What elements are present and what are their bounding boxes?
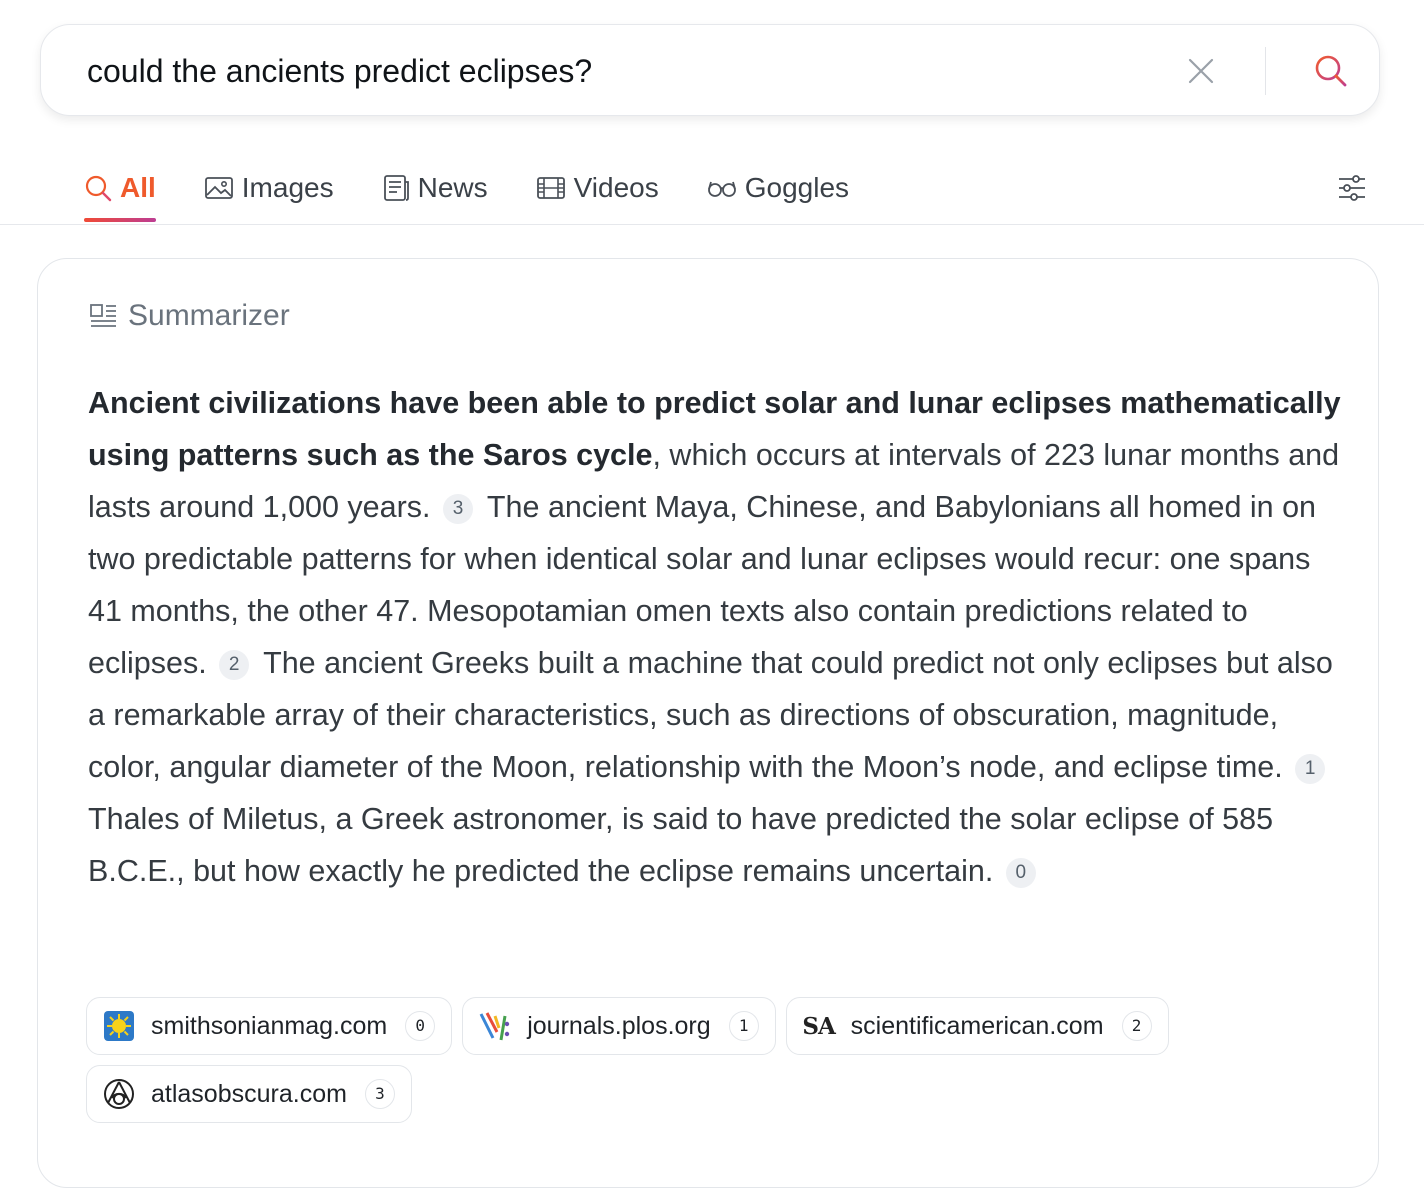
- source-number: 0: [405, 1011, 436, 1041]
- source-chip-atlasobscura[interactable]: atlasobscura.com 3: [86, 1065, 412, 1123]
- search-icon: [1315, 55, 1347, 87]
- source-chip-plos[interactable]: journals.plos.org 1: [462, 997, 776, 1055]
- tabs-divider: [0, 224, 1424, 225]
- source-name: journals.plos.org: [527, 1011, 711, 1040]
- atlas-favicon-icon: [103, 1078, 135, 1110]
- news-icon: [382, 174, 410, 202]
- search-bar: [40, 24, 1380, 116]
- source-chip-smithsonianmag[interactable]: smithsonianmag.com 0: [86, 997, 453, 1055]
- glasses-icon: [707, 176, 737, 200]
- sliders-icon: [1339, 175, 1365, 201]
- citation-badge[interactable]: 3: [442, 494, 473, 524]
- close-icon: [1188, 58, 1214, 84]
- summary-sentence: Thales of Miletus, a Greek astronomer, i…: [88, 802, 1274, 888]
- summary-icon: [88, 301, 118, 331]
- source-number: 3: [364, 1079, 395, 1109]
- citation-badge[interactable]: 0: [1005, 858, 1036, 888]
- summarizer-header: Summarizer: [88, 299, 290, 333]
- search-divider: [1265, 47, 1266, 95]
- filter-settings-button[interactable]: [1334, 170, 1370, 206]
- summary-text: Ancient civilizations have been able to …: [88, 377, 1348, 897]
- tab-videos[interactable]: Videos: [536, 160, 659, 216]
- tab-goggles[interactable]: Goggles: [707, 160, 849, 216]
- film-icon: [536, 175, 566, 201]
- tab-news[interactable]: News: [382, 160, 488, 216]
- tab-label: News: [417, 172, 488, 203]
- sun-favicon-icon: [103, 1010, 135, 1042]
- tab-images[interactable]: Images: [204, 160, 334, 216]
- tab-label: Images: [241, 172, 334, 203]
- citation-badge[interactable]: 2: [219, 650, 250, 680]
- source-name: smithsonianmag.com: [151, 1011, 388, 1040]
- plos-favicon-icon: [479, 1010, 511, 1042]
- clear-search-button[interactable]: [1181, 51, 1221, 91]
- source-number: 1: [728, 1011, 759, 1041]
- source-name: scientificamerican.com: [850, 1011, 1104, 1040]
- tab-label: Videos: [573, 172, 659, 203]
- tab-label: Goggles: [744, 172, 850, 203]
- tab-label: All: [120, 172, 156, 203]
- summarizer-card: Summarizer Ancient civilizations have be…: [37, 258, 1379, 1188]
- citation-badge[interactable]: 1: [1295, 754, 1326, 784]
- search-button[interactable]: [1309, 49, 1353, 93]
- source-list: smithsonianmag.com 0 journals.plos.org 1…: [86, 997, 1206, 1133]
- search-icon: [84, 174, 112, 202]
- source-number: 2: [1121, 1011, 1152, 1041]
- sa-favicon-icon: SA: [802, 1012, 835, 1040]
- source-name: atlasobscura.com: [151, 1079, 347, 1108]
- search-input[interactable]: [87, 51, 1167, 91]
- image-icon: [204, 175, 234, 201]
- tab-all[interactable]: All: [84, 160, 156, 222]
- search-tabs: All Images News Videos Goggles: [84, 160, 897, 224]
- source-chip-scientificamerican[interactable]: SA scientificamerican.com 2: [785, 997, 1169, 1055]
- summary-sentence: The ancient Greeks built a machine that …: [88, 646, 1333, 784]
- summarizer-title: Summarizer: [128, 299, 290, 332]
